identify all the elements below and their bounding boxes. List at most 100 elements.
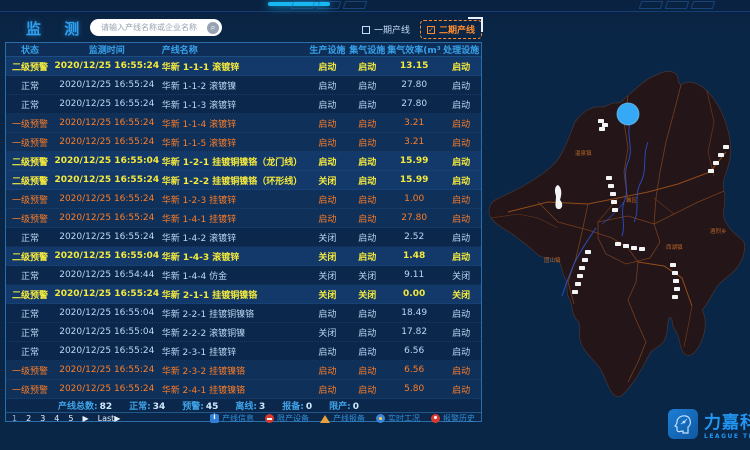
cell-eff: 1.00	[387, 194, 441, 204]
factory-marker[interactable]	[599, 127, 605, 131]
cell-proc: 启动	[441, 212, 481, 225]
factory-marker[interactable]	[572, 290, 578, 294]
factory-marker[interactable]	[577, 274, 583, 278]
cell-time: 2020/12/25 16:55:24	[54, 289, 160, 299]
factory-marker[interactable]	[582, 258, 588, 262]
table-row[interactable]: 一级预警2020/12/25 16:55:24华新 1-4-1 挂镀锌启动启动2…	[6, 209, 481, 228]
cell-gas: 启动	[347, 174, 387, 187]
cell-name: 华新 1-1-3 滚镀锌	[160, 98, 308, 111]
page-button[interactable]: 2	[26, 414, 31, 423]
cell-status: 正常	[6, 231, 54, 244]
legend-label: 报警历史	[443, 413, 475, 424]
table-row[interactable]: 一级预警2020/12/25 16:55:24华新 1-1-5 滚镀锌启动启动3…	[6, 133, 481, 152]
factory-marker[interactable]	[672, 271, 678, 275]
table-row[interactable]: 一级预警2020/12/25 16:55:24华新 2-4-1 挂镀镍铬启动启动…	[6, 380, 481, 399]
top-deco-shape	[691, 1, 716, 9]
next-page-button[interactable]: ▶	[82, 414, 88, 423]
table-row[interactable]: 正常2020/12/25 16:55:24华新 1-1-3 滚镀锌启动启动27.…	[6, 95, 481, 114]
factory-marker[interactable]	[631, 246, 637, 250]
alert-circle-marker[interactable]	[617, 103, 639, 125]
table-row[interactable]: 正常2020/12/25 16:54:44华新 1-4-4 仿金关闭关闭9.11…	[6, 266, 481, 285]
column-header: 状态	[6, 43, 54, 56]
brand-subtitle: LEAGUE TECH	[704, 433, 750, 440]
factory-marker[interactable]	[674, 287, 680, 291]
factory-marker[interactable]	[608, 184, 614, 188]
search-box[interactable]: ⌕	[90, 19, 222, 36]
factory-marker[interactable]	[723, 145, 729, 149]
legend-item[interactable]: 报警历史	[431, 413, 475, 424]
cell-prod: 启动	[307, 98, 347, 111]
factory-marker[interactable]	[708, 169, 714, 173]
table-row[interactable]: 一级预警2020/12/25 16:55:24华新 2-3-2 挂镀镍铬启动启动…	[6, 361, 481, 380]
search-icon[interactable]: ⌕	[207, 22, 219, 34]
table-row[interactable]: 一级预警2020/12/25 16:55:24华新 1-2-3 挂镀锌启动启动1…	[6, 190, 481, 209]
legend-label: 实时工况	[388, 413, 420, 424]
factory-marker[interactable]	[672, 295, 678, 299]
page-button[interactable]: 1	[12, 414, 17, 423]
table-row[interactable]: 二级预警2020/12/25 16:55:24华新 2-1-1 挂镀铜镍铬关闭关…	[6, 285, 481, 304]
cell-gas: 启动	[347, 193, 387, 206]
factory-marker[interactable]	[611, 200, 617, 204]
legend-item[interactable]: 限产设备	[265, 413, 309, 424]
legend-item[interactable]: 实时工况	[376, 413, 420, 424]
table-row[interactable]: 正常2020/12/25 16:55:24华新 1-1-2 滚镀镍启动启动27.…	[6, 76, 481, 95]
cell-prod: 启动	[307, 136, 347, 149]
factory-marker[interactable]	[602, 123, 608, 127]
cell-time: 2020/12/25 16:54:44	[54, 270, 160, 280]
page-button[interactable]: 5	[68, 414, 73, 423]
cell-time: 2020/12/25 16:55:24	[54, 118, 160, 128]
summary-label: 限产:	[329, 402, 351, 412]
cell-status: 二级预警	[6, 155, 54, 168]
top-deco-shape	[665, 1, 690, 9]
phase1-checkbox[interactable]: 一期产线	[362, 23, 410, 36]
cell-prod: 启动	[307, 79, 347, 92]
factory-marker[interactable]	[639, 247, 645, 251]
table-row[interactable]: 二级预警2020/12/25 16:55:24华新 1-2-2 挂镀铜镍铬（环形…	[6, 171, 481, 190]
cell-proc: 启动	[441, 117, 481, 130]
factory-marker[interactable]	[718, 153, 724, 157]
last-page-button[interactable]: Last▶	[98, 414, 121, 423]
page-title: 监 测	[26, 18, 88, 39]
table-row[interactable]: 正常2020/12/25 16:55:24华新 1-4-2 滚镀锌关闭启动2.5…	[6, 228, 481, 247]
factory-marker[interactable]	[673, 279, 679, 283]
table-row[interactable]: 二级预警2020/12/25 16:55:24华新 1-1-1 滚镀锌启动启动1…	[6, 57, 481, 76]
realtime-icon	[376, 414, 385, 423]
factory-marker[interactable]	[623, 244, 629, 248]
cell-gas: 关闭	[347, 269, 387, 282]
cell-time: 2020/12/25 16:55:24	[54, 346, 160, 356]
cell-proc: 启动	[441, 193, 481, 206]
cell-eff: 17.82	[387, 327, 441, 337]
cell-eff: 3.21	[387, 137, 441, 147]
factory-marker[interactable]	[670, 263, 676, 267]
factory-marker[interactable]	[610, 192, 616, 196]
factory-marker[interactable]	[579, 266, 585, 270]
table-row[interactable]: 二级预警2020/12/25 16:55:04华新 1-2-1 挂镀铜镍铬（龙门…	[6, 152, 481, 171]
cell-gas: 启动	[347, 326, 387, 339]
search-input[interactable]	[99, 22, 207, 33]
legend-item[interactable]: 产线信息	[210, 413, 254, 424]
page-button[interactable]: 4	[54, 414, 59, 423]
cell-status: 一级预警	[6, 383, 54, 396]
factory-marker[interactable]	[575, 282, 581, 286]
factory-marker[interactable]	[585, 250, 591, 254]
cell-gas: 启动	[347, 307, 387, 320]
cell-name: 华新 1-4-4 仿金	[160, 269, 308, 282]
table-row[interactable]: 一级预警2020/12/25 16:55:24华新 1-1-4 滚镀锌启动启动3…	[6, 114, 481, 133]
summary-item: 预警:45	[182, 399, 218, 412]
table-row[interactable]: 二级预警2020/12/25 16:55:04华新 1-4-3 滚镀锌关闭启动1…	[6, 247, 481, 266]
monitor-dashboard: 监 测 ⌕ 一期产线 ✓ 二期产线 状态监测时间产线名称生产设施集气设施集气效率…	[0, 0, 750, 450]
table-row[interactable]: 正常2020/12/25 16:55:24华新 2-3-1 挂镀锌启动启动6.5…	[6, 342, 481, 361]
table-row[interactable]: 正常2020/12/25 16:55:04华新 2-2-2 滚镀铜镍关闭启动17…	[6, 323, 481, 342]
legend-item[interactable]: 产线报备	[320, 413, 365, 424]
factory-marker[interactable]	[606, 176, 612, 180]
factory-marker[interactable]	[612, 208, 618, 212]
factory-marker[interactable]	[615, 242, 621, 246]
page-button[interactable]: 3	[40, 414, 45, 423]
cell-name: 华新 2-2-2 滚镀铜镍	[160, 326, 308, 339]
district-map[interactable]: 温泉镇城区固山镇西湖镇酒烈乡	[478, 52, 750, 408]
cell-prod: 关闭	[307, 174, 347, 187]
phase-filter-group: 一期产线 ✓ 二期产线	[362, 20, 482, 39]
factory-marker[interactable]	[713, 161, 719, 165]
table-row[interactable]: 正常2020/12/25 16:55:04华新 2-2-1 挂镀铜镍铬启动启动1…	[6, 304, 481, 323]
factory-marker[interactable]	[598, 119, 604, 123]
